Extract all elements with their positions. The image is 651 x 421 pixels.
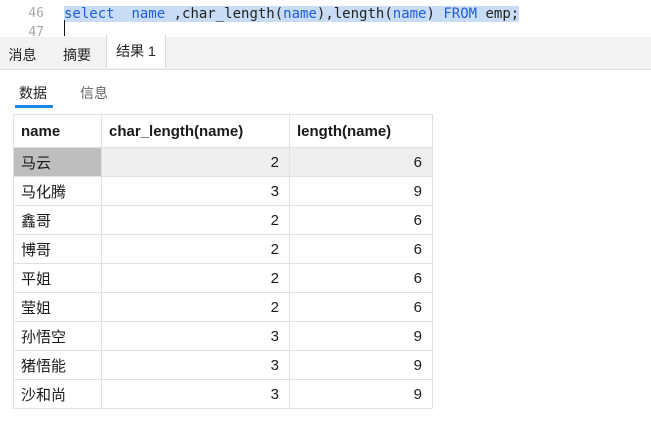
sql-table-emp: emp; — [477, 6, 520, 22]
table-row[interactable]: 马化腾 3 9 — [13, 176, 433, 206]
sql-column-name-3: name — [392, 6, 427, 22]
cell-char-length[interactable]: 3 — [101, 379, 290, 409]
cell-name[interactable]: 莹姐 — [13, 292, 102, 322]
cell-length[interactable]: 9 — [289, 321, 433, 351]
sql-comma: , — [165, 6, 183, 22]
sql-column-name: name — [131, 6, 166, 22]
selected-sql-text[interactable]: select name ,char_length(name),length(na… — [64, 6, 520, 22]
result-grid: name char_length(name) length(name) 马云 2… — [13, 114, 433, 409]
result-tabs: 消息 摘要 结果 1 — [0, 34, 651, 70]
sql-space — [115, 6, 132, 22]
line-number: 46 — [28, 6, 44, 21]
cell-name[interactable]: 孙悟空 — [13, 321, 102, 351]
cell-char-length[interactable]: 2 — [101, 147, 290, 177]
editor-line-47[interactable]: 47 — [0, 24, 651, 37]
cell-length[interactable]: 6 — [289, 205, 433, 235]
tab-result-1[interactable]: 结果 1 — [106, 34, 166, 68]
cell-char-length[interactable]: 3 — [101, 176, 290, 206]
tab-data[interactable]: 数据 — [19, 83, 47, 103]
cell-length[interactable]: 9 — [289, 379, 433, 409]
table-row[interactable]: 鑫哥 2 6 — [13, 205, 433, 235]
tab-info[interactable]: 信息 — [80, 83, 108, 103]
sql-editor[interactable]: 46 select name ,char_length(name),length… — [0, 0, 651, 37]
sql-code[interactable]: select name ,char_length(name),length(na… — [64, 5, 520, 23]
cell-length[interactable]: 6 — [289, 292, 433, 322]
cell-length[interactable]: 6 — [289, 263, 433, 293]
text-caret — [64, 20, 65, 36]
active-tab-indicator — [15, 105, 53, 108]
cell-name[interactable]: 鑫哥 — [13, 205, 102, 235]
sql-func-length: length( — [333, 6, 393, 22]
cell-length[interactable]: 9 — [289, 176, 433, 206]
sql-keyword-from: FROM — [443, 6, 478, 22]
table-row[interactable]: 沙和尚 3 9 — [13, 379, 433, 409]
cell-name[interactable]: 猪悟能 — [13, 350, 102, 380]
cell-char-length[interactable]: 2 — [101, 292, 290, 322]
cell-name[interactable]: 平姐 — [13, 263, 102, 293]
cell-name[interactable]: 马化腾 — [13, 176, 102, 206]
cell-name[interactable]: 博哥 — [13, 234, 102, 264]
cell-char-length[interactable]: 3 — [101, 350, 290, 380]
table-row[interactable]: 莹姐 2 6 — [13, 292, 433, 322]
sql-column-name-2: name — [283, 6, 317, 22]
sql-close-1: ), — [316, 6, 334, 22]
line-number: 47 — [28, 25, 44, 37]
cell-length[interactable]: 6 — [289, 147, 433, 177]
table-row[interactable]: 猪悟能 3 9 — [13, 350, 433, 380]
cell-char-length[interactable]: 2 — [101, 263, 290, 293]
table-row[interactable]: 平姐 2 6 — [13, 263, 433, 293]
cell-char-length[interactable]: 2 — [101, 234, 290, 264]
cell-char-length[interactable]: 2 — [101, 205, 290, 235]
sql-close-2: ) — [426, 6, 444, 22]
cell-name[interactable]: 马云 — [13, 147, 102, 177]
cell-length[interactable]: 9 — [289, 350, 433, 380]
table-row[interactable]: 马云 2 6 — [13, 147, 433, 177]
tab-messages[interactable]: 消息 — [0, 37, 45, 70]
table-row[interactable]: 博哥 2 6 — [13, 234, 433, 264]
column-header-char-length[interactable]: char_length(name) — [101, 114, 290, 148]
sql-keyword-select: select — [64, 6, 115, 22]
cell-char-length[interactable]: 3 — [101, 321, 290, 351]
tab-summary[interactable]: 摘要 — [52, 37, 102, 70]
table-row[interactable]: 孙悟空 3 9 — [13, 321, 433, 351]
header-row: name char_length(name) length(name) — [13, 114, 433, 148]
column-header-length[interactable]: length(name) — [289, 114, 433, 148]
sql-func-char-length: char_length( — [182, 6, 284, 22]
cell-name[interactable]: 沙和尚 — [13, 379, 102, 409]
cell-length[interactable]: 6 — [289, 234, 433, 264]
sub-tabs: 数据 信息 — [0, 70, 651, 112]
editor-line-46[interactable]: 46 select name ,char_length(name),length… — [0, 5, 651, 23]
column-header-name[interactable]: name — [13, 114, 102, 148]
